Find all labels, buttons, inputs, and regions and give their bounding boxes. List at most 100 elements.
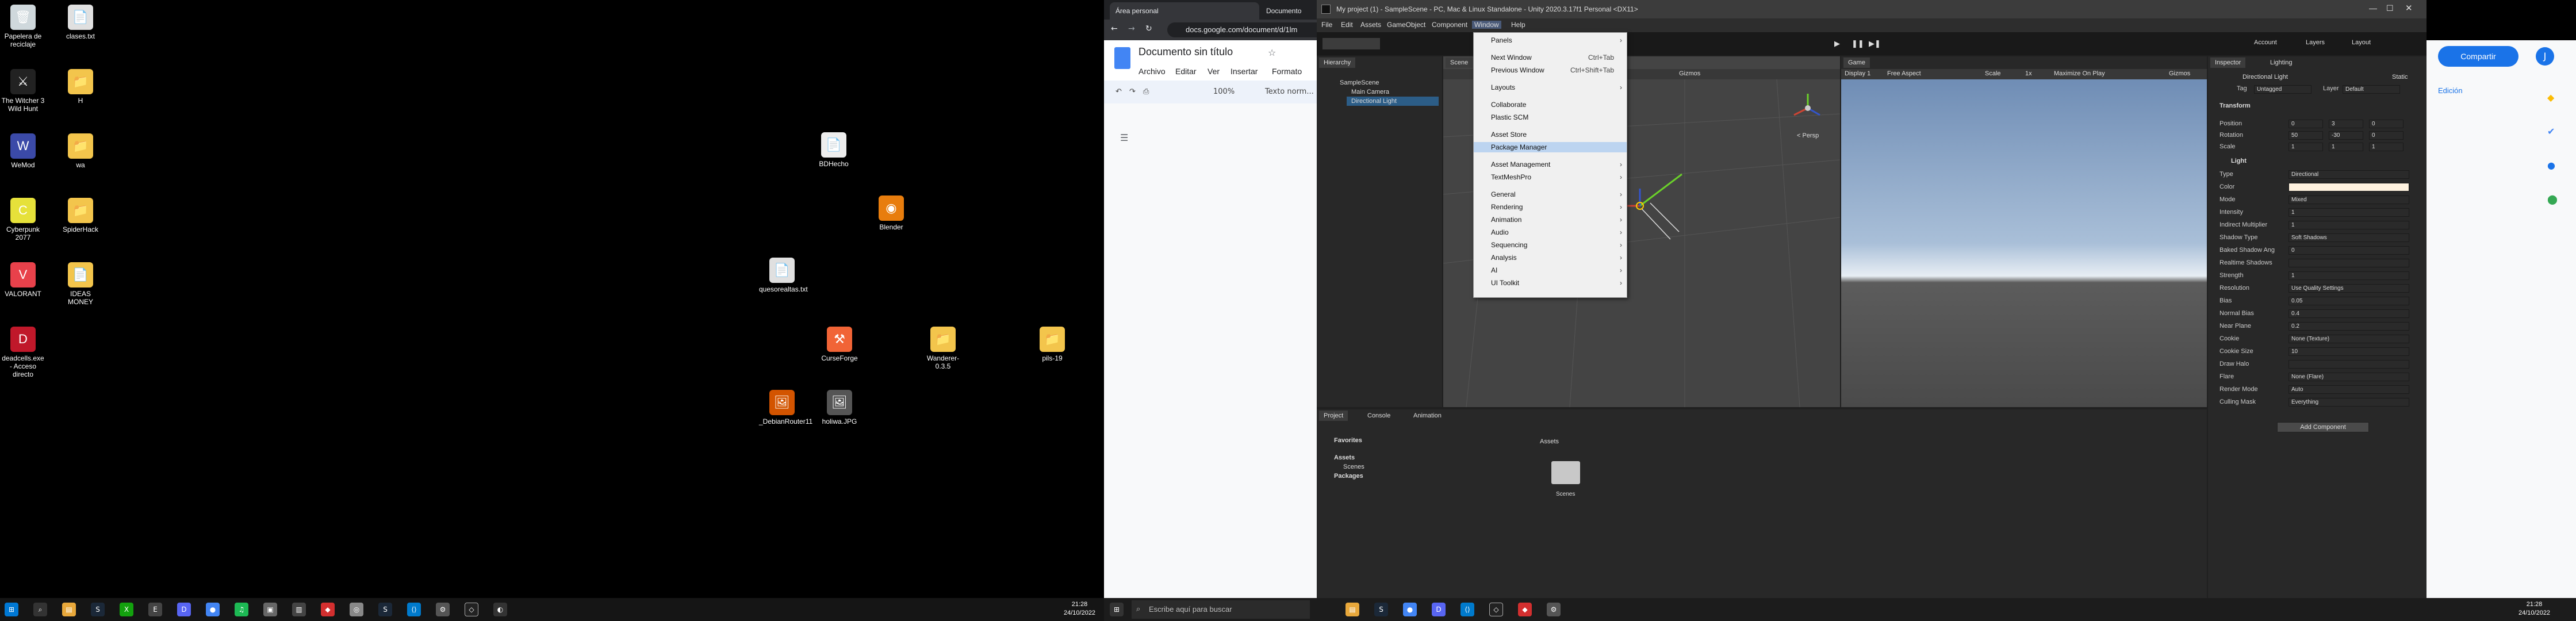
tab-scene[interactable]: Scene xyxy=(1446,57,1473,68)
desktop-icon[interactable]: W WeMod xyxy=(0,133,46,169)
aspect-dropdown[interactable]: Free Aspect xyxy=(1887,70,1921,77)
hierarchy-item-selected[interactable]: Directional Light xyxy=(1347,97,1439,106)
light-header[interactable]: Light xyxy=(2231,158,2247,164)
epic-icon[interactable]: E xyxy=(148,603,162,616)
window-menu-item[interactable]: Audio › xyxy=(1474,227,1627,237)
scale-value[interactable]: 1x xyxy=(2025,70,2032,77)
keep-icon[interactable]: ◆ xyxy=(2547,92,2559,103)
zoom-select[interactable]: 100% xyxy=(1213,87,1235,96)
close-icon[interactable]: ✕ xyxy=(2405,3,2413,13)
app-icon[interactable]: ⚙ xyxy=(1547,603,1561,616)
editing-mode[interactable]: Edición xyxy=(2438,86,2463,95)
window-menu-item[interactable]: Package Manager xyxy=(1474,142,1627,152)
static-toggle[interactable]: Static xyxy=(2392,74,2408,80)
window-menu-item[interactable]: Asset Store xyxy=(1474,129,1627,140)
redo-icon[interactable]: ↷ xyxy=(1129,87,1136,96)
desktop-icon[interactable]: 🖼 holiwa.JPG xyxy=(816,390,862,425)
window-menu-item[interactable]: Animation › xyxy=(1474,214,1627,225)
window-menu-item[interactable]: Plastic SCM xyxy=(1474,112,1627,122)
light-property-value[interactable] xyxy=(2288,360,2409,369)
print-icon[interactable]: ⎙ xyxy=(1143,87,1149,96)
doc-title[interactable]: Documento sin título xyxy=(1138,46,1233,58)
window-menu-item[interactable]: Sequencing › xyxy=(1474,240,1627,250)
vscode-icon[interactable]: ⟨⟩ xyxy=(1460,603,1474,616)
chrome-icon[interactable]: ● xyxy=(1403,603,1417,616)
menu-gameobject[interactable]: GameObject xyxy=(1385,21,1428,29)
packages-folder[interactable]: Packages xyxy=(1334,473,1363,480)
window-menu-item[interactable]: Rendering › xyxy=(1474,202,1627,212)
maximize-icon[interactable]: ☐ xyxy=(2386,3,2394,13)
steam-icon[interactable]: S xyxy=(378,603,392,616)
transform-header[interactable]: Transform xyxy=(2220,102,2251,109)
light-property-value[interactable] xyxy=(2288,183,2409,191)
discord-icon[interactable]: D xyxy=(177,603,191,616)
layout-dropdown[interactable]: Layout xyxy=(2352,39,2371,46)
app-icon[interactable]: ◆ xyxy=(1518,603,1532,616)
file-explorer-icon[interactable]: ▤ xyxy=(1346,603,1359,616)
desktop-icon[interactable]: 🖼 _DebianRouter11 xyxy=(759,390,812,425)
light-property-value[interactable]: 1 xyxy=(2288,208,2409,217)
tab-inspector[interactable]: Inspector xyxy=(2210,57,2246,68)
light-property-value[interactable]: Everything xyxy=(2288,398,2409,407)
reload-icon[interactable]: ↻ xyxy=(1145,24,1152,33)
light-property-value[interactable]: 10 xyxy=(2288,347,2409,356)
app-icon[interactable]: ◐ xyxy=(493,603,507,616)
light-property-value[interactable] xyxy=(2288,259,2409,267)
play-icon[interactable]: ▶ xyxy=(1834,39,1840,48)
display-dropdown[interactable]: Display 1 xyxy=(1845,70,1870,77)
light-property-value[interactable]: Mixed xyxy=(2288,195,2409,204)
tag-dropdown[interactable]: Untagged xyxy=(2254,85,2312,94)
window-menu-item[interactable]: AI › xyxy=(1474,265,1627,275)
transform-tools[interactable] xyxy=(1322,38,1380,49)
forward-icon[interactable]: → xyxy=(1128,24,1135,33)
app-icon[interactable]: ◆ xyxy=(321,603,335,616)
window-menu-item[interactable]: Analysis › xyxy=(1474,252,1627,263)
light-property-value[interactable]: Auto xyxy=(2288,385,2409,394)
desktop-icon[interactable]: 📁 Wanderer-0.3.5 xyxy=(920,327,966,370)
persp-label[interactable]: < Persp xyxy=(1797,132,1819,139)
undo-icon[interactable]: ↶ xyxy=(1116,87,1122,96)
menu-assets[interactable]: Assets xyxy=(1358,21,1383,29)
file-explorer-icon[interactable]: ▤ xyxy=(62,603,76,616)
star-icon[interactable]: ☆ xyxy=(1268,47,1276,58)
desktop-icon[interactable]: Ddeadcells.exe - Acceso directo xyxy=(0,327,46,378)
scale-x[interactable]: 1 xyxy=(2288,143,2323,151)
layer-dropdown[interactable]: Default xyxy=(2343,85,2400,94)
light-property-value[interactable]: None (Flare) xyxy=(2288,373,2409,381)
add-component-button[interactable]: Add Component xyxy=(2277,422,2369,432)
light-gizmo[interactable] xyxy=(1627,173,1682,240)
start-icon[interactable]: ⊞ xyxy=(5,603,18,616)
rotation-z[interactable]: 0 xyxy=(2369,131,2404,140)
desktop-icon[interactable]: ◉ Blender xyxy=(868,195,914,231)
favorites[interactable]: Favorites xyxy=(1334,437,1362,444)
menu-archivo[interactable]: Archivo xyxy=(1138,67,1166,76)
desktop-icon[interactable]: ⚔ The Witcher 3 Wild Hunt xyxy=(0,69,46,113)
tasks-icon[interactable]: ✔ xyxy=(2547,126,2559,137)
outline-icon[interactable]: ☰ xyxy=(1120,132,1128,143)
maps-icon[interactable]: ⬤ xyxy=(2547,194,2559,205)
gizmos-dropdown[interactable]: Gizmos xyxy=(1679,70,1700,77)
desktop-icon[interactable]: 📁 wa xyxy=(57,133,103,169)
desktop-icon[interactable]: 🗑 Papelera de reciclaje xyxy=(0,5,46,48)
scale-y[interactable]: 1 xyxy=(2329,143,2363,151)
menu-insertar[interactable]: Insertar xyxy=(1230,67,1258,76)
app-icon[interactable]: ▥ xyxy=(292,603,306,616)
account-dropdown[interactable]: Account xyxy=(2254,39,2277,46)
project-breadcrumb[interactable]: Assets xyxy=(1540,438,1559,445)
step-icon[interactable]: ▶❚ xyxy=(1869,39,1881,48)
scenes-folder-icon[interactable] xyxy=(1551,461,1580,484)
light-property-value[interactable]: Directional xyxy=(2288,170,2409,179)
desktop-icon[interactable]: 📄 BDHecho xyxy=(811,132,857,168)
menu-formato[interactable]: Formato xyxy=(1272,67,1302,76)
window-menu-item[interactable]: Next Window Ctrl+Tab xyxy=(1474,52,1627,63)
light-property-value[interactable]: 0.4 xyxy=(2288,309,2409,318)
tab-animation[interactable]: Animation xyxy=(1409,411,1446,421)
window-menu-item[interactable]: Asset Management › xyxy=(1474,159,1627,170)
desktop-icon[interactable]: 📄 quesorealtas.txt xyxy=(759,258,808,293)
light-property-value[interactable]: Use Quality Settings xyxy=(2288,284,2409,293)
desktop-icon[interactable]: 📁 H xyxy=(57,69,103,105)
unity-icon[interactable]: ◇ xyxy=(1489,603,1503,616)
rotation-x[interactable]: 50 xyxy=(2288,131,2323,140)
light-property-value[interactable]: 0.05 xyxy=(2288,297,2409,305)
docs-logo-icon[interactable] xyxy=(1114,47,1130,69)
